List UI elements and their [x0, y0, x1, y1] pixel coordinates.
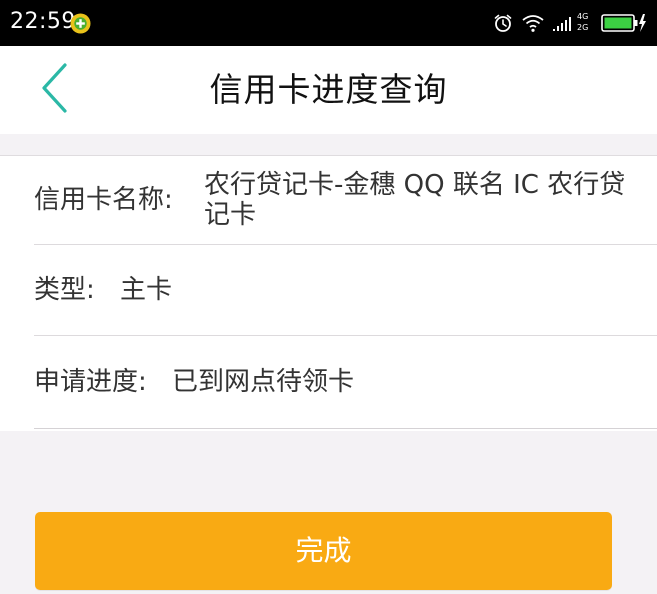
- chevron-left-icon: [39, 62, 69, 118]
- application-progress-row: 申请进度: 已到网点待领卡: [34, 336, 657, 429]
- application-progress-label: 申请进度:: [34, 367, 147, 397]
- wifi-icon: [521, 13, 545, 33]
- footer-area: 完成: [0, 431, 657, 594]
- alarm-clock-icon: [493, 13, 513, 33]
- app-screen: 22:59 4G 2G 信用卡进度查询 信用卡名称: 农行贷记卡-金穗 QQ 联…: [0, 0, 657, 594]
- back-button[interactable]: [26, 60, 82, 120]
- card-type-label: 类型:: [34, 275, 95, 305]
- done-button[interactable]: 完成: [35, 512, 612, 590]
- page-title: 信用卡进度查询: [209, 70, 448, 109]
- card-type-row: 类型: 主卡: [34, 245, 657, 336]
- nav-bar: 信用卡进度查询: [0, 46, 657, 134]
- card-info-list: 信用卡名称: 农行贷记卡-金穗 QQ 联名 IC 农行贷记卡 类型: 主卡 申请…: [0, 156, 657, 429]
- network-type-top: 4G: [577, 12, 589, 21]
- signal-bars-icon: 4G 2G: [553, 12, 593, 34]
- app-notification-icon: [70, 13, 91, 34]
- card-name-label: 信用卡名称:: [34, 185, 173, 215]
- battery-charging-icon: [601, 12, 647, 34]
- card-name-value: 农行贷记卡-金穗 QQ 联名 IC 农行贷记卡: [204, 170, 626, 230]
- card-name-row: 信用卡名称: 农行贷记卡-金穗 QQ 联名 IC 农行贷记卡: [34, 156, 657, 245]
- status-bar: 22:59 4G 2G: [0, 0, 657, 46]
- status-time: 22:59: [10, 9, 76, 34]
- card-type-value: 主卡: [120, 275, 173, 305]
- network-type-bottom: 2G: [577, 23, 589, 32]
- status-icons: 4G 2G: [493, 10, 647, 36]
- application-progress-value: 已到网点待领卡: [172, 367, 355, 397]
- section-separator: [0, 134, 657, 156]
